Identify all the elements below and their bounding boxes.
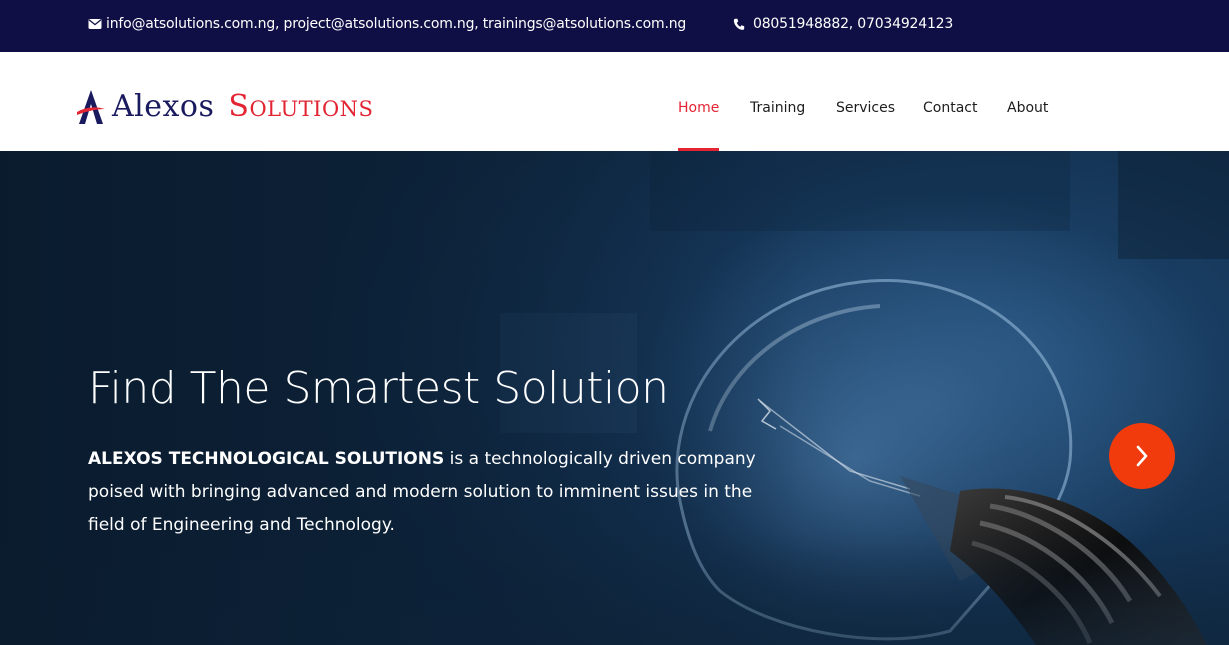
envelope-icon — [88, 19, 102, 29]
email-contact: info@atsolutions.com.ng, project@atsolut… — [88, 16, 686, 32]
logo-a-mark-icon — [77, 90, 105, 124]
nav-about[interactable]: About — [1007, 100, 1048, 116]
phone-numbers[interactable]: 08051948882, 07034924123 — [753, 16, 953, 32]
chevron-right-icon — [1136, 445, 1148, 467]
nav-training[interactable]: Training — [750, 100, 805, 116]
logo-word-alexos: Alexos — [112, 89, 215, 124]
hero-slider: Find The Smartest Solution ALEXOS TECHNO… — [0, 151, 1229, 645]
company-name: ALEXOS TECHNOLOGICAL SOLUTIONS — [88, 449, 445, 469]
logo-word-solutions: Solutions — [228, 89, 374, 124]
phone-contact: 08051948882, 07034924123 — [733, 16, 953, 32]
hero-title: Find The Smartest Solution — [88, 363, 669, 414]
nav-home[interactable]: Home — [678, 100, 719, 116]
background-shape — [1118, 151, 1229, 259]
slider-next-button[interactable] — [1109, 423, 1175, 489]
site-logo[interactable]: Alexos Solutions — [76, 82, 373, 126]
nav-contact[interactable]: Contact — [923, 100, 977, 116]
top-contact-bar: info@atsolutions.com.ng, project@atsolut… — [0, 0, 1229, 52]
nav-services[interactable]: Services — [836, 100, 895, 116]
hero-description: ALEXOS TECHNOLOGICAL SOLUTIONS is a tech… — [88, 443, 788, 542]
phone-icon — [733, 18, 745, 30]
email-addresses[interactable]: info@atsolutions.com.ng, project@atsolut… — [106, 16, 686, 32]
main-header: Alexos Solutions Home Training Services … — [0, 52, 1229, 151]
